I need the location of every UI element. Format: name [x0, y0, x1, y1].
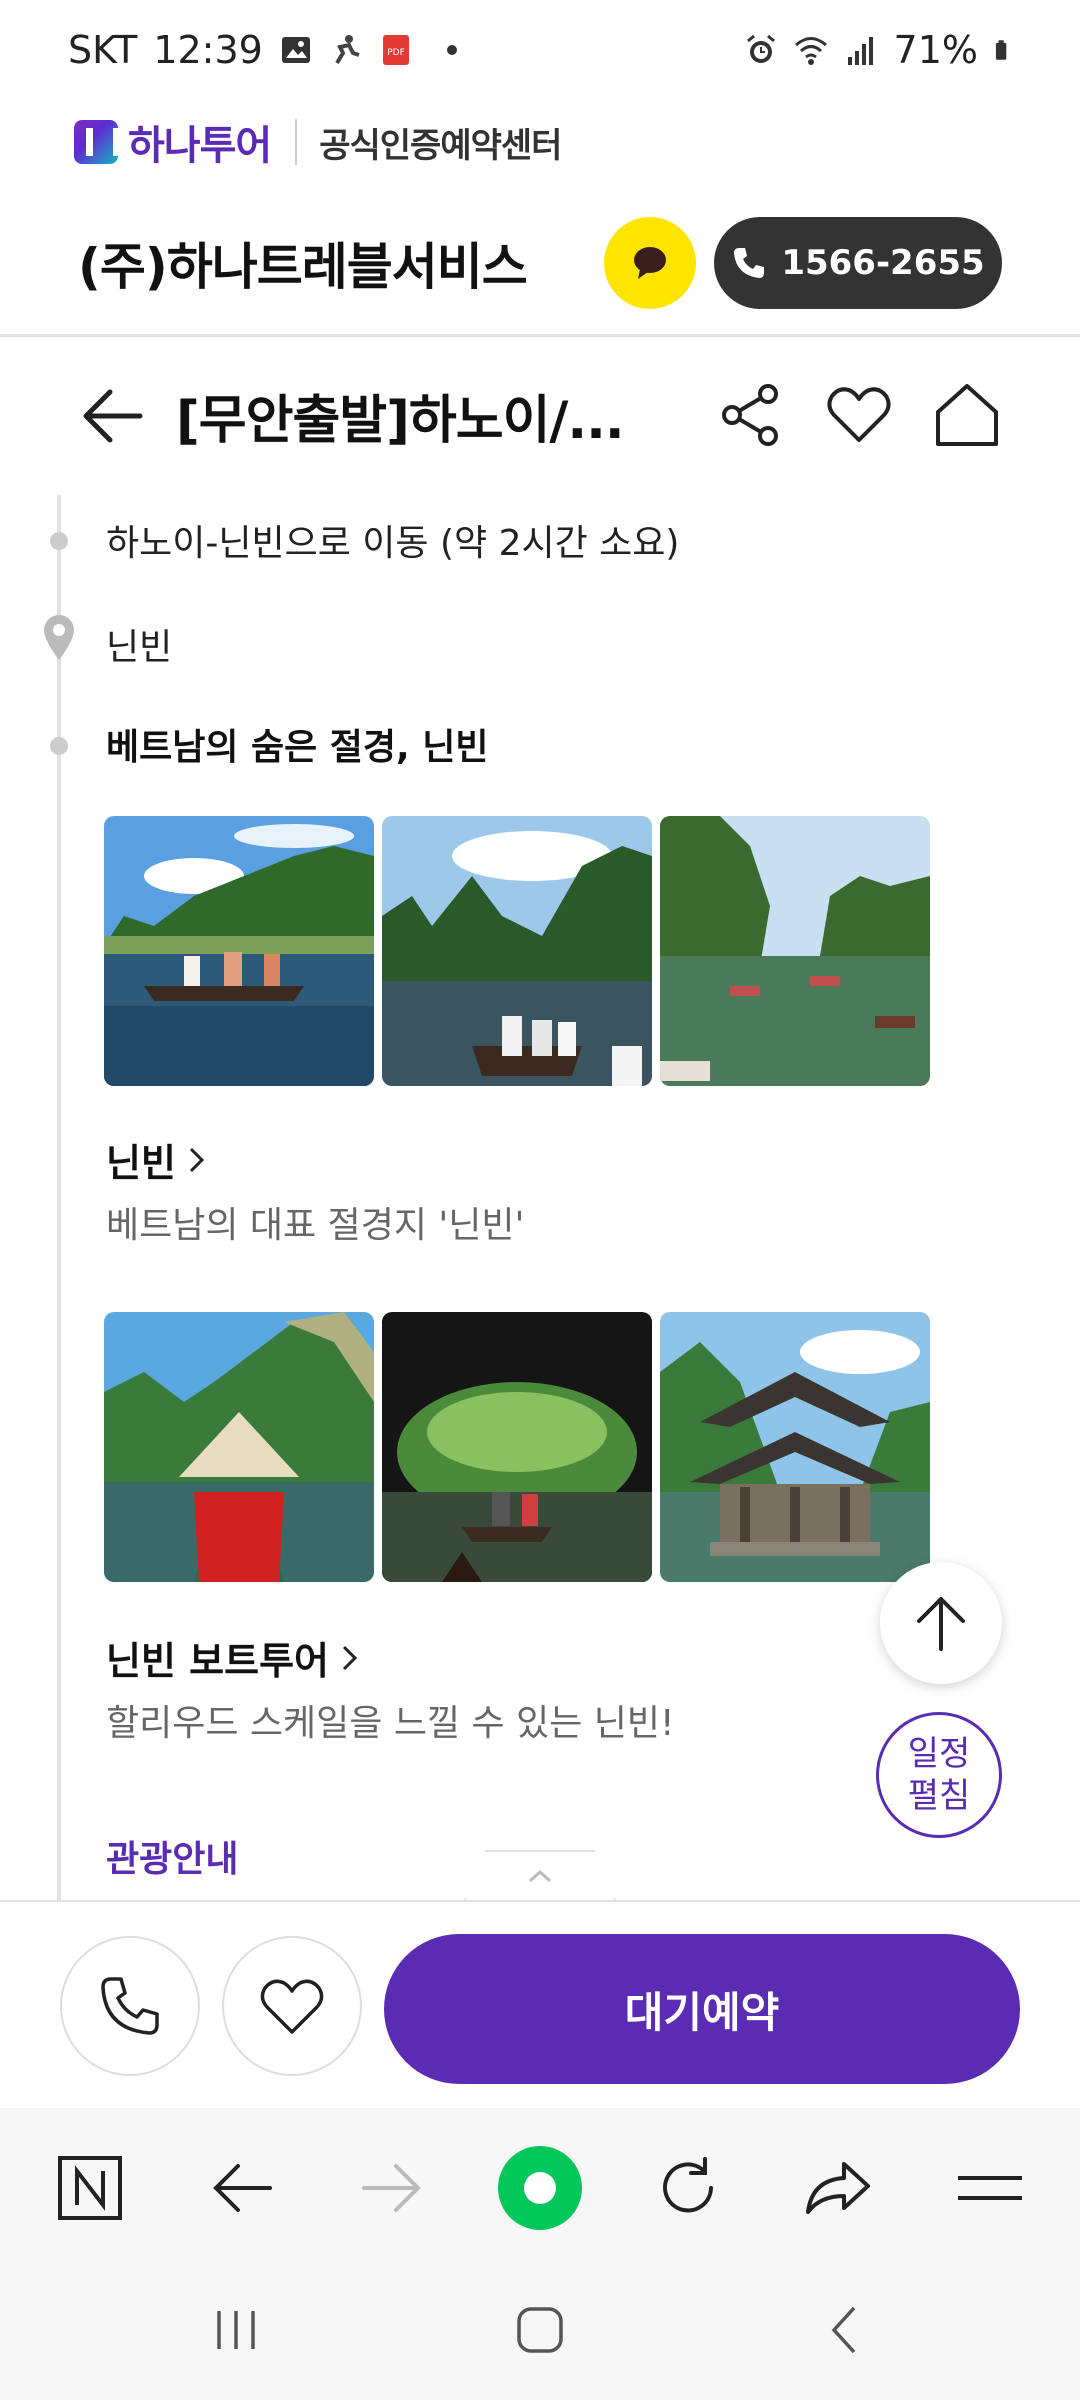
status-left: SKT 12:39 PDF: [68, 28, 457, 72]
share-icon[interactable]: [716, 380, 786, 450]
chevron-right-icon: [342, 1645, 358, 1670]
photo-boat-river[interactable]: [104, 816, 374, 1086]
timeline-line: [57, 495, 61, 1900]
image-icon: [281, 37, 310, 63]
brand-divider: [295, 119, 298, 165]
location-label: 닌빈: [106, 627, 173, 668]
wishlist-button[interactable]: [222, 1936, 362, 2076]
timeline-dot: [50, 737, 68, 755]
bottom-action-bar: 대기예약: [0, 1900, 1080, 2108]
heart-icon[interactable]: [824, 380, 894, 450]
status-bar: SKT 12:39 PDF 71%: [0, 0, 1080, 100]
bottom-sheet-handle[interactable]: [464, 1850, 616, 1900]
hanatour-logo-text: 하나투어: [128, 123, 272, 169]
schedule-label-line1: 일정: [907, 1734, 971, 1774]
expand-schedule-button[interactable]: 일정 펼침: [876, 1712, 1002, 1838]
pdf-icon: PDF: [382, 35, 409, 65]
chevron-up-icon: [528, 1869, 552, 1883]
place-title: 닌빈 보트투어: [106, 1639, 329, 1683]
refresh-icon[interactable]: [648, 2148, 728, 2228]
title-bar: [무안출발]하노이/...: [0, 360, 1080, 470]
call-button[interactable]: [60, 1936, 200, 2076]
back-arrow-icon[interactable]: [80, 386, 144, 446]
home-button-icon[interactable]: [500, 2298, 580, 2362]
notification-dot: [446, 45, 457, 55]
photo-woman-conical-hat[interactable]: [104, 1312, 374, 1582]
battery-icon: [995, 40, 1007, 60]
heart-icon: [260, 1979, 324, 2034]
phone-call-button[interactable]: 1566-2655: [714, 217, 1002, 309]
system-nav-bar: [0, 2258, 1080, 2400]
browser-toolbar: [0, 2108, 1080, 2258]
status-right: 71%: [744, 28, 1016, 72]
alarm-icon: [746, 34, 775, 63]
company-name: (주)하나트레블서비스: [78, 238, 528, 296]
signal-icon: [847, 37, 873, 65]
chat-bubble-icon: [634, 247, 666, 279]
scroll-top-button[interactable]: [880, 1562, 1002, 1684]
highlight-title: 베트남의 숨은 절경, 닌빈: [106, 727, 489, 768]
brand-subtitle: 공식인증예약센터: [319, 125, 562, 166]
arrow-up-icon: [917, 1597, 965, 1651]
place-description: 할리우드 스케일을 느낄 수 있는 닌빈!: [106, 1703, 675, 1744]
brand-row: 하나투어 공식인증예약센터: [74, 110, 562, 174]
naver-green-dot-icon[interactable]: [496, 2144, 584, 2232]
phone-number: 1566-2655: [781, 243, 985, 283]
place-link-ninhbinh[interactable]: 닌빈: [106, 1132, 208, 1187]
kakao-chat-button[interactable]: [604, 217, 696, 309]
photo-gallery-boattour: [104, 1312, 930, 1582]
photo-cave-boats[interactable]: [382, 1312, 652, 1582]
waitlist-reserve-button[interactable]: 대기예약: [384, 1934, 1020, 2084]
recent-apps-icon[interactable]: [196, 2298, 276, 2362]
schedule-label-line2: 펼침: [907, 1776, 971, 1816]
browser-back-icon[interactable]: [202, 2148, 282, 2228]
phone-icon: [101, 1977, 159, 2035]
photo-river-boats[interactable]: [660, 816, 930, 1086]
home-icon[interactable]: [932, 380, 1002, 450]
carrier-label: SKT: [68, 28, 138, 72]
back-nav-icon[interactable]: [804, 2298, 884, 2362]
naver-n-icon[interactable]: [50, 2148, 130, 2228]
page-title: [무안출발]하노이/...: [176, 391, 625, 451]
location-pin-icon: [44, 615, 74, 660]
phone-icon: [734, 248, 765, 278]
move-description: 하노이-닌빈으로 이동 (약 2시간 소요): [106, 523, 680, 564]
clock: 12:39: [153, 28, 263, 72]
hanatour-logo-mark: [74, 120, 120, 164]
place-title: 닌빈: [106, 1141, 176, 1185]
company-header: (주)하나트레블서비스 1566-2655: [0, 208, 1080, 318]
photo-gallery-ninhbinh: [104, 816, 930, 1086]
menu-icon[interactable]: [950, 2148, 1030, 2228]
tour-guide-link[interactable]: 관광안내: [106, 1830, 238, 1882]
photo-pagoda[interactable]: [660, 1312, 930, 1582]
header-divider: [0, 334, 1080, 337]
share-arrow-icon[interactable]: [798, 2148, 878, 2228]
photo-karst-boats[interactable]: [382, 816, 652, 1086]
svg-text:PDF: PDF: [387, 48, 405, 58]
runner-icon: [335, 35, 360, 65]
wifi-icon: [794, 37, 827, 65]
timeline-dot: [50, 532, 68, 550]
browser-forward-icon[interactable]: [352, 2148, 432, 2228]
place-link-boattour[interactable]: 닌빈 보트투어: [106, 1630, 361, 1685]
battery-percent: 71%: [893, 28, 978, 72]
hanatour-logo[interactable]: 하나투어: [74, 113, 272, 171]
chevron-right-icon: [189, 1147, 205, 1172]
place-description: 베트남의 대표 절경지 '닌빈': [106, 1205, 525, 1246]
